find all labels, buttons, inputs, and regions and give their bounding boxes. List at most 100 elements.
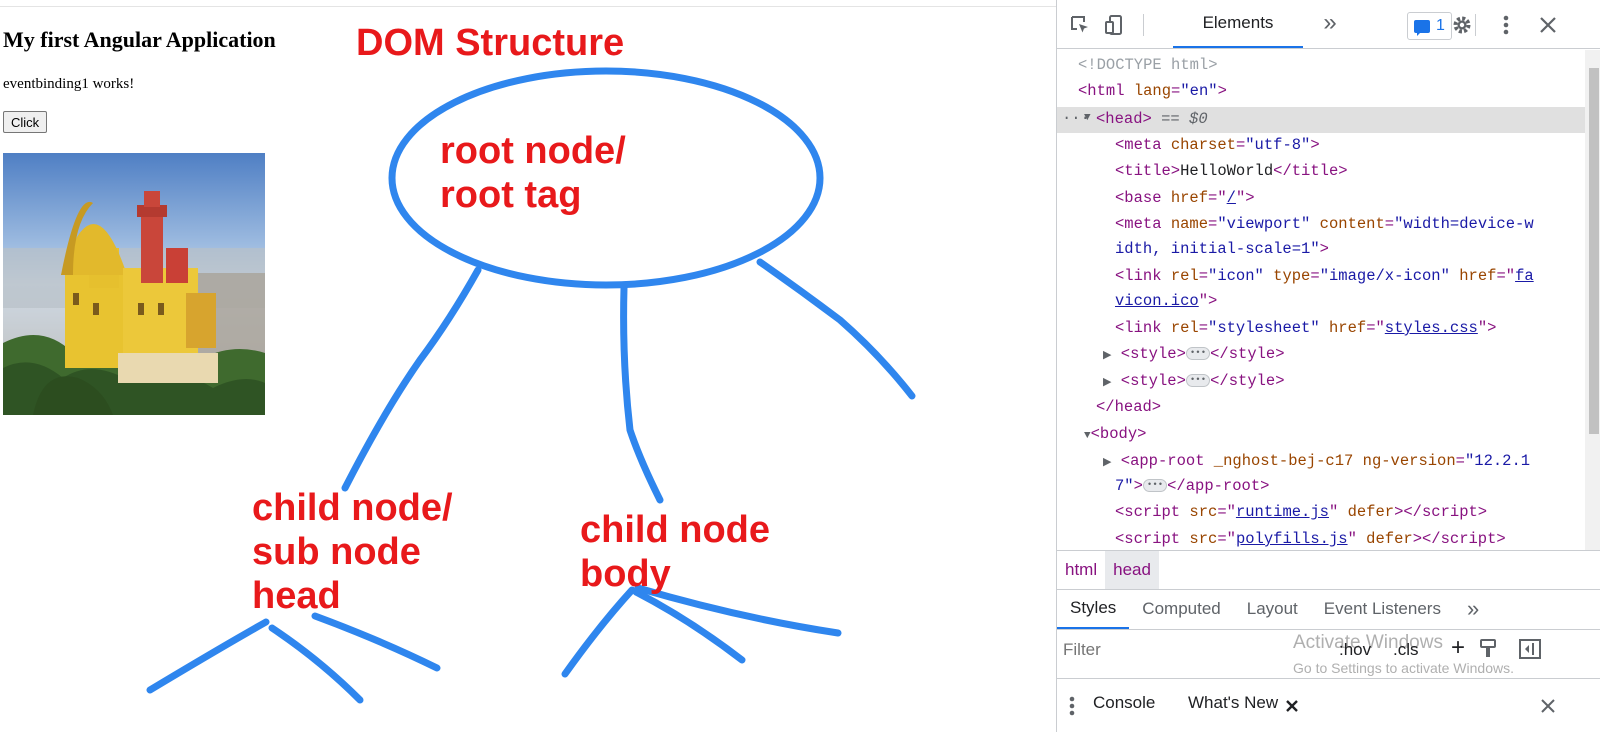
dom-meta-charset[interactable]: <meta charset="utf-8"> <box>1115 136 1320 154</box>
toolbar-separator <box>1143 14 1144 36</box>
dom-app-root-wrap[interactable]: 7"> ••• </app-root> <box>1115 477 1269 495</box>
attr-value: idth, initial-scale=1" <box>1115 240 1320 258</box>
devtools-toolbar: Elements » 1 <box>1057 0 1600 49</box>
body-label-2: body <box>580 553 671 595</box>
dom-script-polyfills[interactable]: <script src="polyfills.js" defer></scrip… <box>1115 530 1506 548</box>
page-top-border <box>0 0 1056 7</box>
style-open-tag: <style> <box>1120 372 1186 390</box>
device-toolbar-icon[interactable] <box>1101 12 1127 38</box>
root-node-label-1: root node/ <box>440 130 626 172</box>
attr-value: "icon" <box>1208 267 1264 285</box>
breadcrumb-head[interactable]: head <box>1105 551 1159 589</box>
collapsed-content-icon[interactable]: ••• <box>1185 347 1211 361</box>
close-devtools-icon[interactable] <box>1535 12 1561 38</box>
app-root-close: </app-root> <box>1167 477 1270 495</box>
collapsed-content-icon[interactable]: ••• <box>1142 479 1168 493</box>
style-close-tag: </style> <box>1210 345 1285 363</box>
close-whats-new-icon[interactable] <box>1279 693 1305 719</box>
html-tag-open: <html <box>1078 82 1134 100</box>
dom-scrollbar-thumb[interactable] <box>1589 68 1599 434</box>
collapsed-content-icon[interactable]: ••• <box>1185 374 1211 388</box>
attr-value: "image/x-icon" <box>1319 267 1450 285</box>
dom-body-node[interactable]: ▼<body> <box>1084 425 1146 443</box>
dom-style-2[interactable]: ▶ <style> ••• </style> <box>1103 372 1285 390</box>
runtime-link[interactable]: runtime.js <box>1236 503 1329 521</box>
head-child-1 <box>146 618 270 694</box>
expand-triangle-icon[interactable]: ▶ <box>1103 457 1111 469</box>
attr-value: "width=device-w <box>1394 215 1534 233</box>
selected-marker: == $0 <box>1151 110 1208 128</box>
collapse-triangle-icon[interactable]: ▼ <box>1084 430 1091 442</box>
branch-right <box>756 258 916 400</box>
dom-meta-viewport-wrap[interactable]: idth, initial-scale=1"> <box>1115 240 1329 258</box>
dom-doctype[interactable]: <!DOCTYPE html> <box>1078 56 1218 74</box>
head-close-tag: </head> <box>1096 398 1162 416</box>
attr-name: _nghost-bej-c17 <box>1213 452 1354 470</box>
styles-subtabs: Styles Computed Layout Event Listeners » <box>1057 589 1600 630</box>
tab-computed[interactable]: Computed <box>1129 589 1233 629</box>
head-label-1: child node/ <box>252 487 453 529</box>
class-toggle[interactable]: .cls <box>1393 640 1419 660</box>
new-style-rule-button[interactable]: + <box>1451 634 1465 662</box>
close-drawer-icon[interactable] <box>1535 693 1561 719</box>
dom-app-root[interactable]: ▶ <app-root _nghost-bej-c17 ng-version="… <box>1103 452 1530 470</box>
tab-layout[interactable]: Layout <box>1234 589 1311 629</box>
customize-menu-icon[interactable] <box>1493 12 1519 38</box>
dom-head-node-selected[interactable]: ··· ▼ <head> == $0 <box>1057 107 1585 133</box>
devtools-panel: Elements » 1 <!DOCTYPE html> <html lang=… <box>1056 0 1600 733</box>
dom-script-runtime[interactable]: <script src="runtime.js" defer></script> <box>1115 503 1487 521</box>
dom-link-stylesheet[interactable]: <link rel="stylesheet" href="styles.css"… <box>1115 319 1496 337</box>
dom-head-close[interactable]: </head> <box>1096 398 1161 416</box>
breadcrumb-html[interactable]: html <box>1057 551 1105 589</box>
doctype-text: <!DOCTYPE html> <box>1078 56 1218 74</box>
issues-count: 1 <box>1436 17 1445 34</box>
base-href-link[interactable]: / <box>1227 189 1236 207</box>
expand-triangle-icon[interactable]: ▶ <box>1103 377 1111 389</box>
attr-value: 7" <box>1115 477 1134 495</box>
console-drawer: Console What's New <box>1057 678 1600 733</box>
dom-link-icon[interactable]: <link rel="icon" type="image/x-icon" hre… <box>1115 267 1534 285</box>
issues-counter[interactable]: 1 <box>1407 12 1452 40</box>
branch-to-body <box>620 284 664 504</box>
favicon-link[interactable]: vicon.ico <box>1115 292 1199 310</box>
dom-title[interactable]: <title>HelloWorld</title> <box>1115 162 1348 180</box>
attr-name: ng-version <box>1362 452 1456 470</box>
rendered-page: My first Angular Application eventbindin… <box>0 7 1056 732</box>
stylesheet-link[interactable]: styles.css <box>1385 319 1478 337</box>
hover-state-toggle[interactable]: :hov <box>1339 640 1371 660</box>
collapse-triangle-icon[interactable]: ▼ <box>1084 112 1091 124</box>
tab-event-listeners[interactable]: Event Listeners <box>1311 589 1454 629</box>
dom-tree: <!DOCTYPE html> <html lang="en"> ··· ▼ <… <box>1057 50 1585 550</box>
tab-elements[interactable]: Elements <box>1173 0 1303 48</box>
favicon-link[interactable]: fa <box>1515 267 1534 285</box>
dom-structure-drawing: DOM Structure root node/ root tag child … <box>146 22 916 704</box>
drawer-menu-icon[interactable] <box>1059 693 1085 719</box>
settings-gear-icon[interactable] <box>1449 12 1475 38</box>
dom-style-1[interactable]: ▶ <style> ••• </style> <box>1103 345 1285 363</box>
head-tag: <head> <box>1096 110 1152 128</box>
attr-value: "utf-8" <box>1245 136 1311 154</box>
issues-icon <box>1414 19 1430 36</box>
paint-brush-icon[interactable] <box>1475 636 1501 662</box>
drawer-tab-console[interactable]: Console <box>1093 693 1155 713</box>
drawer-tab-whats-new[interactable]: What's New <box>1188 693 1278 713</box>
toggle-sidebar-icon[interactable] <box>1517 636 1543 662</box>
body-child-1 <box>561 586 636 678</box>
style-close-tag: </style> <box>1210 372 1285 390</box>
dom-meta-viewport[interactable]: <meta name="viewport" content="width=dev… <box>1115 215 1534 233</box>
style-open-tag: <style> <box>1120 345 1186 363</box>
dom-link-icon-wrap[interactable]: vicon.ico"> <box>1115 292 1217 310</box>
activate-windows-subtext: Go to Settings to activate Windows. <box>1293 660 1514 676</box>
expand-triangle-icon[interactable]: ▶ <box>1103 350 1111 362</box>
polyfills-link[interactable]: polyfills.js <box>1236 530 1348 548</box>
head-child-3 <box>311 612 441 672</box>
dom-structure-heading: DOM Structure <box>356 22 624 64</box>
dom-base[interactable]: <base href="/"> <box>1115 189 1255 207</box>
more-subtabs-icon[interactable]: » <box>1454 589 1492 629</box>
tab-styles[interactable]: Styles <box>1057 589 1130 629</box>
dom-html-node[interactable]: <html lang="en"> <box>1078 82 1227 100</box>
inspect-element-icon[interactable] <box>1067 12 1093 38</box>
title-text: HelloWorld <box>1180 162 1274 180</box>
breadcrumb: html head <box>1057 550 1600 590</box>
more-tabs-icon[interactable]: » <box>1317 9 1343 36</box>
